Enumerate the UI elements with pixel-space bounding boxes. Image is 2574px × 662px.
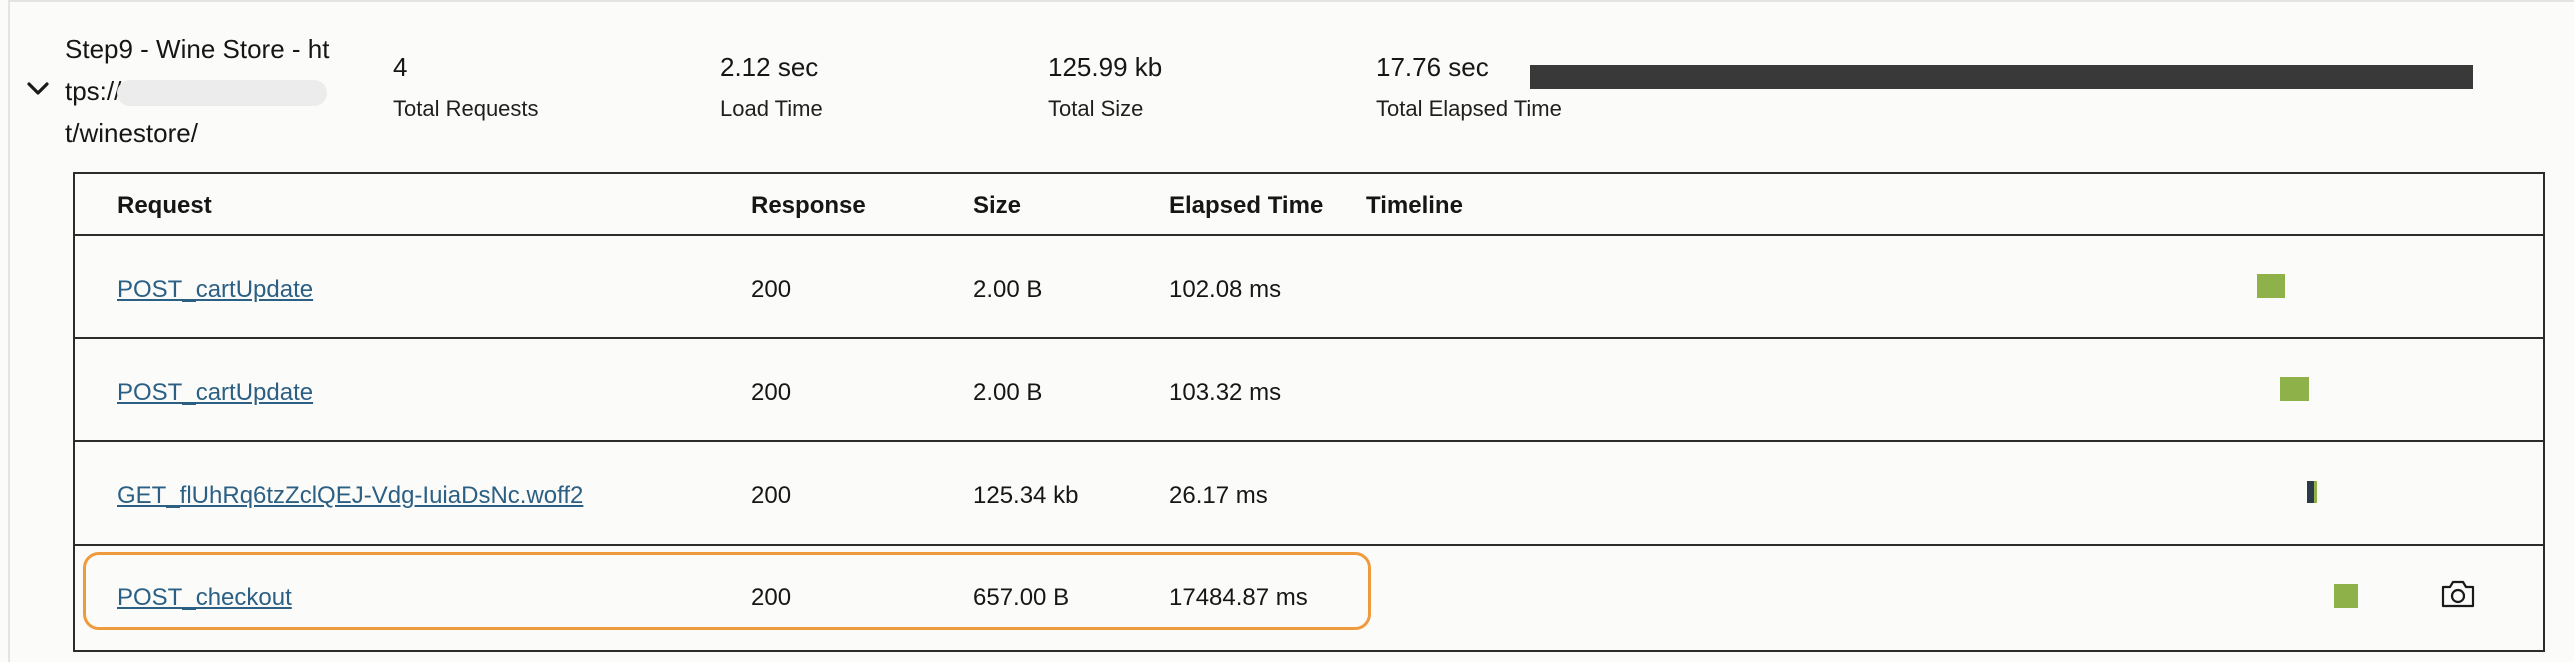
request-link[interactable]: POST_cartUpdate bbox=[117, 276, 313, 304]
request-elapsed: 103.32 ms bbox=[1169, 379, 1282, 406]
stat-label: Load Time bbox=[720, 96, 823, 121]
column-header-request: Request bbox=[117, 192, 212, 219]
column-header-timeline: Timeline bbox=[1366, 192, 1463, 219]
request-elapsed: 102.08 ms bbox=[1169, 276, 1282, 303]
table-header: Request Response Size Elapsed Time Timel… bbox=[75, 174, 2543, 236]
table-row: POST_cartUpdate 200 2.00 B 103.32 ms bbox=[75, 339, 2543, 441]
elapsed-time-bar bbox=[1530, 65, 2473, 89]
timeline-bar bbox=[2334, 584, 2358, 608]
response-code: 200 bbox=[751, 276, 792, 303]
column-header-size: Size bbox=[973, 192, 1022, 219]
stat-label: Total Size bbox=[1048, 96, 1144, 121]
column-header-elapsed-time: Elapsed Time bbox=[1169, 192, 1324, 219]
response-code: 200 bbox=[751, 584, 792, 611]
request-size: 657.00 B bbox=[973, 584, 1070, 611]
step-title-line-1: Step9 - Wine Store - ht bbox=[65, 34, 330, 64]
table-row: POST_checkout 200 657.00 B 17484.87 ms bbox=[75, 546, 2543, 648]
stat-total-size: 125.99 kb Total Size bbox=[1048, 50, 1162, 124]
chevron-down-icon[interactable] bbox=[24, 78, 52, 100]
stat-value: 2.12 sec bbox=[720, 52, 819, 82]
timeline-bar bbox=[2280, 377, 2309, 401]
response-code: 200 bbox=[751, 482, 792, 509]
request-link[interactable]: GET_flUhRq6tzZclQEJ-Vdg-IuiaDsNc.woff2 bbox=[117, 482, 583, 510]
stat-label: Total Requests bbox=[393, 96, 539, 121]
timeline-bar bbox=[2257, 274, 2285, 298]
step-title-url-prefix: tps:// bbox=[65, 76, 122, 106]
request-link[interactable]: POST_checkout bbox=[117, 584, 292, 612]
redacted-host bbox=[117, 80, 328, 107]
request-size: 2.00 B bbox=[973, 276, 1043, 303]
table-row: GET_flUhRq6tzZclQEJ-Vdg-IuiaDsNc.woff2 2… bbox=[75, 442, 2543, 544]
table-row: POST_cartUpdate 200 2.00 B 102.08 ms bbox=[75, 236, 2543, 338]
timeline-bar-segment bbox=[2314, 481, 2317, 503]
request-size: 2.00 B bbox=[973, 379, 1043, 406]
stat-load-time: 2.12 sec Load Time bbox=[720, 50, 823, 124]
step-title: Step9 - Wine Store - ht tps:// t/winesto… bbox=[65, 28, 365, 154]
stat-label: Total Elapsed Time bbox=[1376, 96, 1562, 121]
column-header-response: Response bbox=[751, 192, 866, 219]
stat-value: 4 bbox=[393, 52, 408, 82]
stat-total-requests: 4 Total Requests bbox=[393, 50, 539, 124]
requests-table: Request Response Size Elapsed Time Timel… bbox=[73, 172, 2545, 652]
step-title-line-2: tps:// bbox=[65, 70, 365, 112]
request-elapsed: 26.17 ms bbox=[1169, 482, 1268, 509]
request-size: 125.34 kb bbox=[973, 482, 1079, 509]
timeline-bar bbox=[2307, 481, 2317, 503]
request-elapsed: 17484.87 ms bbox=[1169, 584, 1308, 611]
step-title-line-3: t/winestore/ bbox=[65, 118, 198, 148]
stat-value: 125.99 kb bbox=[1048, 52, 1163, 82]
camera-icon[interactable] bbox=[2440, 578, 2476, 610]
request-link[interactable]: POST_cartUpdate bbox=[117, 379, 313, 407]
response-code: 200 bbox=[751, 379, 792, 406]
